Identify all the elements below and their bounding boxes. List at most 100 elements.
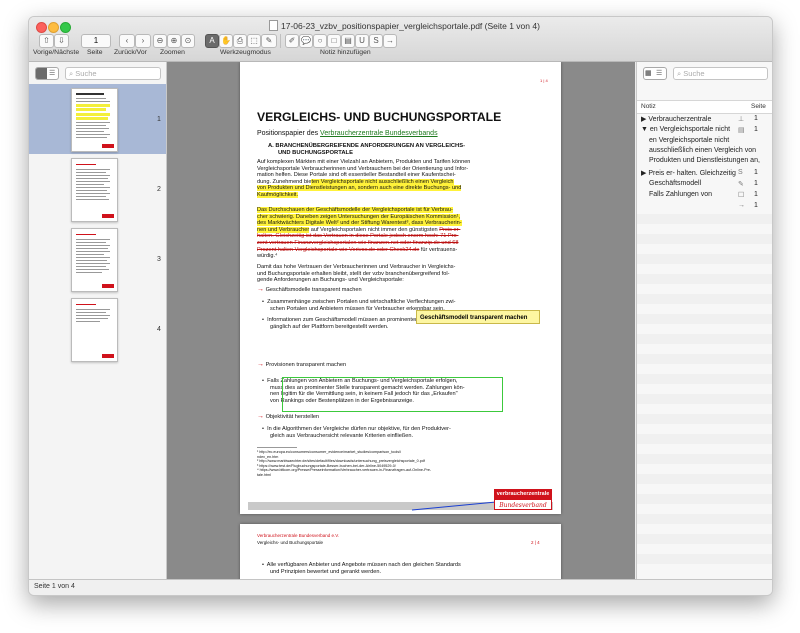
empty-row <box>637 254 772 264</box>
arrow-tool-button[interactable]: → <box>383 34 397 48</box>
page-thumbnail-image <box>71 298 118 362</box>
empty-row <box>637 514 772 524</box>
empty-row <box>637 334 772 344</box>
empty-row <box>637 354 772 364</box>
page-marker: 2 | 4 <box>531 540 540 545</box>
back-button[interactable]: ‹ <box>119 34 135 48</box>
rect-select-tool-button[interactable]: ⬚ <box>247 34 261 48</box>
column-page[interactable]: Seite <box>751 103 766 110</box>
thumbnail-page-4[interactable]: 4 <box>29 294 166 364</box>
underline-tool-button[interactable]: U <box>355 34 369 48</box>
forward-button[interactable]: › <box>135 34 151 48</box>
paragraph-3: Damit das hohe Vertrauen der Verbraucher… <box>257 264 456 284</box>
arrow-right-icon: → <box>386 36 394 45</box>
footnote-divider <box>257 447 297 448</box>
zoom-label: Zoomen <box>160 49 185 56</box>
pdf-page-2[interactable]: Verbraucherzentrale Bundesverband e.V. V… <box>240 524 561 579</box>
sidebar-view-toggle[interactable]: ☰ <box>35 67 59 80</box>
highlight-icon: ▤ <box>738 127 745 134</box>
oval-tool-button[interactable]: ○ <box>313 34 327 48</box>
strikethrough-annotation[interactable]: Preis er- <box>439 227 460 233</box>
empty-row <box>637 434 772 444</box>
empty-row <box>637 534 772 544</box>
annotations-panel: ▦ ☰ ⌕ Suche Notiz Seite ▶ Verbraucherzen… <box>636 62 772 579</box>
requirement-3: → Objektivität herstellen <box>257 413 320 420</box>
section-heading-cont: UND BUCHUNGSPORTALE <box>278 150 353 156</box>
thumbnail-page-number: 1 <box>157 116 161 123</box>
window-title: 17-06-23_vzbv_positionspapier_vergleichs… <box>269 20 540 31</box>
speech-bubble-tool-button[interactable]: 💬 <box>299 34 313 48</box>
bullet-icon: • <box>262 562 264 568</box>
empty-row <box>637 214 772 224</box>
status-bar: Seite 1 von 4 <box>29 579 772 595</box>
notes-view-toggle[interactable]: ▦ ☰ <box>643 67 667 80</box>
thumbnails-view-icon[interactable] <box>36 68 47 79</box>
thumbnail-sidebar: ☰ ⌕ Suche 1 2 3 4 <box>29 62 167 579</box>
highlight-icon: ▤ <box>344 36 352 45</box>
column-note[interactable]: Notiz <box>641 103 656 110</box>
empty-row <box>637 494 772 504</box>
notes-grid-icon[interactable]: ▦ <box>645 69 652 77</box>
chevron-left-icon: ‹ <box>125 36 129 45</box>
next-page-button[interactable]: ⇩ <box>54 34 69 48</box>
oval-icon: ○ <box>317 36 323 45</box>
notes-search-input[interactable]: ⌕ Suche <box>673 67 768 80</box>
empty-row <box>637 234 772 244</box>
dashed-rect-icon: ⬚ <box>250 36 258 45</box>
zoom-in-button[interactable]: ⊕ <box>167 34 181 48</box>
arrow-right-icon: → <box>257 286 264 293</box>
document-view[interactable]: 1 | 4 VERGLEICHS- UND BUCHUNGSPORTALE Po… <box>167 62 635 579</box>
preview-window: 17-06-23_vzbv_positionspapier_vergleichs… <box>28 16 773 596</box>
print-button[interactable]: ⎙ <box>233 34 247 48</box>
strikethrough-tool-button[interactable]: S <box>369 34 383 48</box>
toolbar: 17-06-23_vzbv_positionspapier_vergleichs… <box>29 17 772 62</box>
rectangle-icon: ☐ <box>738 192 745 199</box>
thumbnail-page-3[interactable]: 3 <box>29 224 166 294</box>
underlined-annotation: Verbraucherzentrale Bundesverbands <box>320 130 438 137</box>
pdf-page-1[interactable]: 1 | 4 VERGLEICHS- UND BUCHUNGSPORTALE Po… <box>240 62 561 514</box>
arrow-annotation-line <box>411 501 497 511</box>
pencil-icon: ✐ <box>288 36 296 45</box>
arrow-annotation[interactable] <box>410 498 500 512</box>
disclosure-triangle-icon[interactable]: ▶ <box>641 170 646 177</box>
disclosure-triangle-icon[interactable]: ▶ <box>641 116 646 123</box>
previous-page-button[interactable]: ⇧ <box>39 34 54 48</box>
highlight-annotation-1[interactable]: dung. Zunehmend bieten Vergleichsportale… <box>257 178 470 186</box>
zoom-fit-button[interactable]: ⊙ <box>181 34 195 48</box>
underline-icon: ⊥ <box>738 116 745 123</box>
disclosure-triangle-icon[interactable]: ▼ <box>641 126 648 133</box>
text-select-tool-button[interactable]: A <box>205 34 219 48</box>
page-number-field[interactable]: 1 <box>81 34 111 48</box>
zoom-window-button[interactable] <box>60 22 71 33</box>
minimize-window-button[interactable] <box>48 22 59 33</box>
page-label: Seite <box>87 49 103 56</box>
notes-table-header: Notiz Seite <box>637 100 772 114</box>
thumbnail-page-2[interactable]: 2 <box>29 154 166 224</box>
page-thumbnail-image <box>71 88 118 152</box>
list-view-icon[interactable]: ☰ <box>656 69 662 77</box>
add-note-label: Notiz hinzufügen <box>320 49 371 56</box>
markup-tool-button[interactable]: ✎ <box>261 34 277 48</box>
toolbar-separator <box>280 34 281 48</box>
printer-icon: ⎙ <box>236 36 244 45</box>
empty-row <box>637 294 772 304</box>
sidebar-search-input[interactable]: ⌕ Suche <box>65 67 161 80</box>
rectangle-annotation[interactable] <box>282 377 503 412</box>
zoom-out-button[interactable]: ⊖ <box>153 34 167 48</box>
highlight-tool-button[interactable]: ▤ <box>341 34 355 48</box>
page-header-title: Vergleichs- und Buchungsportale <box>257 540 324 545</box>
arrow-right-icon: → <box>257 413 264 420</box>
thumbnail-page-1[interactable]: 1 <box>29 84 166 154</box>
rectangle-tool-button[interactable]: □ <box>327 34 341 48</box>
status-text: Seite 1 von 4 <box>34 583 75 590</box>
bullet-icon: • <box>262 426 264 432</box>
arrow-right-icon: → <box>738 202 745 209</box>
vzbv-logo-subtitle: Bundesverband <box>494 499 552 510</box>
speech-bubble-icon: 💬 <box>301 36 311 45</box>
close-window-button[interactable] <box>36 22 47 33</box>
note-annotation[interactable]: Geschäftsmodell transparent machen <box>416 310 540 324</box>
bullet-icon: • <box>262 378 264 384</box>
list-view-icon[interactable]: ☰ <box>49 69 55 77</box>
sketch-tool-button[interactable]: ✐ <box>285 34 299 48</box>
hand-tool-button[interactable]: ✋ <box>219 34 233 48</box>
